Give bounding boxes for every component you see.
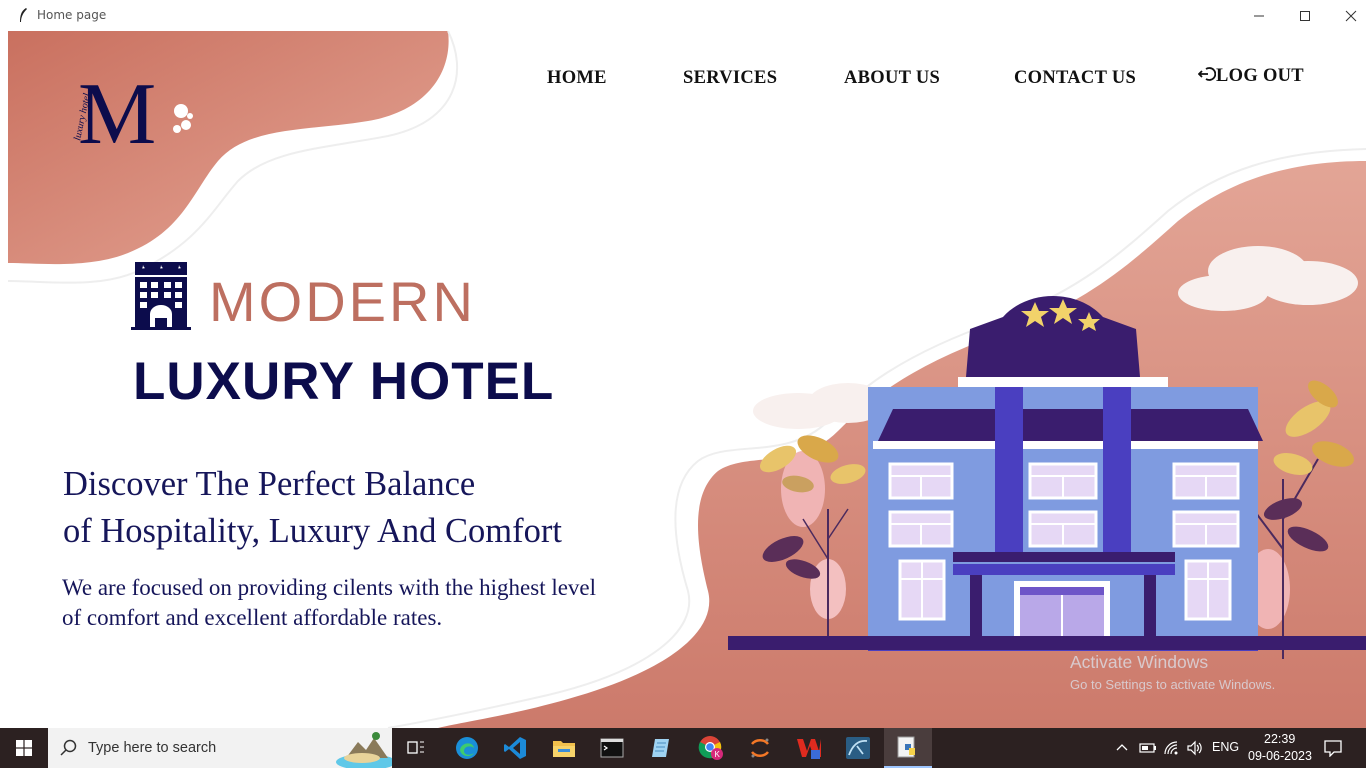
taskbar-notepad[interactable] (637, 728, 685, 768)
logout-label: LOG OUT (1216, 66, 1304, 86)
taskbar-vscode[interactable] (491, 728, 539, 768)
hotel-building-icon (131, 262, 191, 330)
left-tree-illustration (759, 435, 866, 649)
taskbar-terminal[interactable] (588, 728, 636, 768)
hero-modern: MODERN (209, 270, 476, 333)
clock-time: 22:39 (1264, 732, 1296, 746)
close-icon (1345, 10, 1357, 21)
file-explorer-icon (553, 741, 575, 757)
edge-icon (456, 737, 478, 759)
logo-monogram: M (78, 66, 156, 163)
mysql-workbench-icon (846, 737, 870, 759)
clock-date: 09-06-2023 (1248, 749, 1312, 763)
taskbar-file-explorer[interactable] (540, 728, 588, 768)
close-button[interactable] (1328, 0, 1366, 31)
vscode-icon (504, 737, 526, 759)
terminal-icon (600, 738, 624, 758)
hero-luxury-hotel: LUXURY HOTEL (133, 352, 555, 411)
task-view-icon (407, 741, 424, 754)
notepad-icon (652, 739, 669, 757)
logout-button[interactable]: LOG OUT (1197, 66, 1304, 87)
search-icon (60, 739, 77, 756)
description-line-1: We are focused on providing cilents with… (62, 575, 597, 600)
python-idle-icon (897, 736, 915, 758)
logout-icon (1197, 67, 1217, 81)
feather-icon (20, 8, 27, 22)
nav-home[interactable]: HOME (547, 68, 607, 89)
nav-about-us[interactable]: ABOUT US (844, 68, 940, 89)
wps-icon (797, 739, 821, 759)
taskbar-python-idle[interactable] (884, 728, 932, 768)
taskbar-edge[interactable] (443, 728, 491, 768)
hero-description: We are focused on providing cilents with… (62, 573, 596, 633)
activate-windows-title: Activate Windows (1070, 652, 1209, 672)
battery-icon[interactable] (1139, 741, 1157, 755)
description-line-2: of comfort and excellent affordable rate… (62, 605, 443, 630)
language-indicator[interactable]: ENG (1212, 740, 1239, 754)
taskbar-search-box[interactable]: Type here to search (48, 728, 392, 768)
minimize-button[interactable] (1236, 0, 1282, 31)
task-view-button[interactable] (392, 728, 440, 768)
wifi-icon[interactable] (1163, 740, 1181, 756)
volume-icon[interactable] (1186, 740, 1204, 756)
tagline-line-2: of Hospitality, Luxury And Comfort (63, 512, 562, 550)
jupyter-icon (751, 738, 769, 758)
search-highlight-illustration (336, 732, 392, 768)
nav-contact-us[interactable]: CONTACT US (1014, 68, 1136, 89)
nav-services[interactable]: SERVICES (683, 68, 777, 89)
tagline-line-1: Discover The Perfect Balance (63, 465, 476, 503)
windows-logo-icon (16, 740, 32, 756)
show-hidden-icons-icon[interactable] (1116, 742, 1128, 754)
right-tree-illustration (1246, 380, 1355, 659)
clock[interactable]: 22:39 09-06-2023 (1246, 728, 1316, 768)
notifications-icon[interactable] (1324, 739, 1342, 757)
hotel-illustration (728, 296, 1366, 659)
taskbar-chrome[interactable]: K (687, 728, 735, 768)
maximize-icon (1300, 10, 1310, 21)
app-content: M luxury hotel HOME SERVICES ABOUT US CO… (8, 31, 1366, 728)
search-placeholder: Type here to search (88, 740, 217, 756)
taskbar: Type here to search K ENG 22:39 09-06-20… (0, 728, 1366, 768)
start-button[interactable] (0, 728, 48, 768)
taskbar-mysql-workbench[interactable] (834, 728, 882, 768)
window-title: Home page (37, 8, 107, 22)
svg-text:K: K (715, 750, 721, 759)
taskbar-jupyter[interactable] (736, 728, 784, 768)
activate-windows-subtitle: Go to Settings to activate Windows. (1070, 677, 1276, 692)
window-border (0, 31, 8, 728)
logo: M luxury hotel (72, 66, 193, 163)
maximize-button[interactable] (1282, 0, 1328, 31)
chrome-icon: K (698, 736, 723, 760)
taskbar-wps[interactable] (785, 728, 833, 768)
window-titlebar: Home page (0, 0, 1366, 32)
hero-tagline: Discover The Perfect Balance of Hospital… (63, 461, 562, 555)
minimize-icon (1254, 15, 1264, 16)
